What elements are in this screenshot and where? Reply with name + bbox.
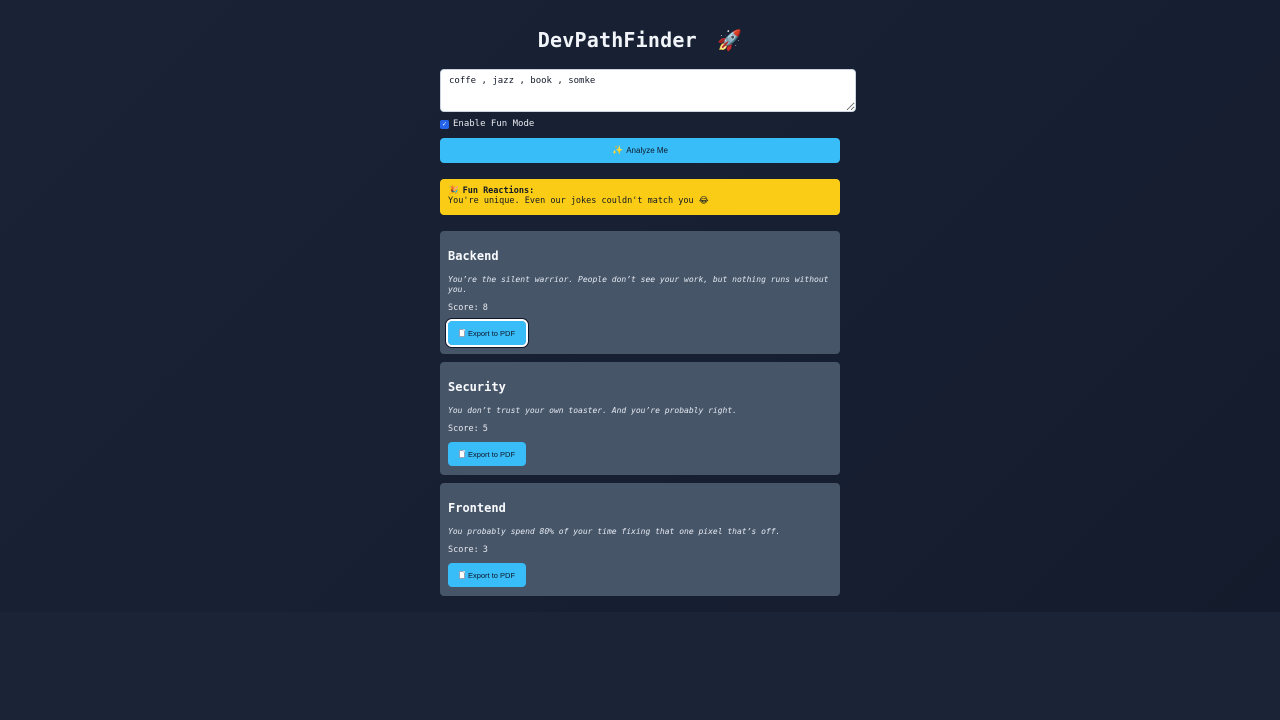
result-score: Score: 5 [448, 424, 488, 434]
analyze-button[interactable]: ✨ Analyze Me [440, 138, 840, 163]
fun-mode-checkbox[interactable]: ✓ [440, 119, 449, 129]
export-pdf-button[interactable]: Export to PDF [448, 442, 526, 466]
hobbies-input[interactable] [440, 69, 856, 112]
app-title: DevPathFinder [537, 28, 697, 52]
result-role: Frontend [448, 501, 506, 515]
rocket-icon: 🚀 [717, 28, 743, 52]
score-value: 3 [482, 545, 488, 555]
fun-reactions-box: 🎉 Fun Reactions: You're unique. Even our… [440, 179, 840, 215]
fun-mode-label: Enable Fun Mode [453, 119, 535, 129]
result-score: Score: 8 [448, 303, 488, 313]
result-description: You probably spend 80% of your time fixi… [448, 527, 781, 536]
hobbies-input-wrapper [440, 69, 856, 112]
laughing-face-icon: 😂 [698, 196, 709, 206]
export-pdf-label: Export to PDF [467, 328, 516, 338]
score-value: 8 [482, 303, 488, 313]
fun-reactions-text: You're unique. Even our jokes couldn't m… [448, 196, 694, 206]
document-icon [458, 450, 465, 458]
result-description: You don’t trust your own toaster. And yo… [448, 406, 737, 415]
score-label: Score: [448, 545, 479, 555]
fun-mode-toggle[interactable]: ✓ Enable Fun Mode [440, 119, 534, 129]
result-card-security: Security You don’t trust your own toaste… [440, 362, 840, 475]
fun-reactions-heading-row: 🎉 Fun Reactions: [448, 186, 832, 196]
export-pdf-button[interactable]: Export to PDF [446, 319, 528, 347]
result-card-backend: Backend You’re the silent warrior. Peopl… [440, 231, 840, 354]
document-icon [458, 329, 465, 337]
result-description: You’re the silent warrior. People don’t … [448, 275, 829, 294]
party-popper-icon: 🎉 [448, 186, 459, 196]
score-label: Score: [448, 424, 479, 434]
analyze-button-label: Analyze Me [626, 146, 668, 155]
export-pdf-label: Export to PDF [467, 449, 516, 459]
document-icon [458, 571, 465, 579]
fun-reactions-heading: Fun Reactions: [462, 186, 535, 196]
result-role: Backend [448, 249, 499, 263]
export-pdf-label: Export to PDF [467, 570, 516, 580]
page-title: DevPathFinder 🚀 [440, 28, 840, 52]
fun-reactions-text-row: You're unique. Even our jokes couldn't m… [448, 196, 832, 206]
result-role: Security [448, 380, 506, 394]
export-pdf-button[interactable]: Export to PDF [448, 563, 526, 587]
score-label: Score: [448, 303, 479, 313]
sparkles-icon: ✨ [611, 145, 624, 156]
result-score: Score: 3 [448, 545, 488, 555]
score-value: 5 [482, 424, 488, 434]
result-card-frontend: Frontend You probably spend 80% of your … [440, 483, 840, 596]
